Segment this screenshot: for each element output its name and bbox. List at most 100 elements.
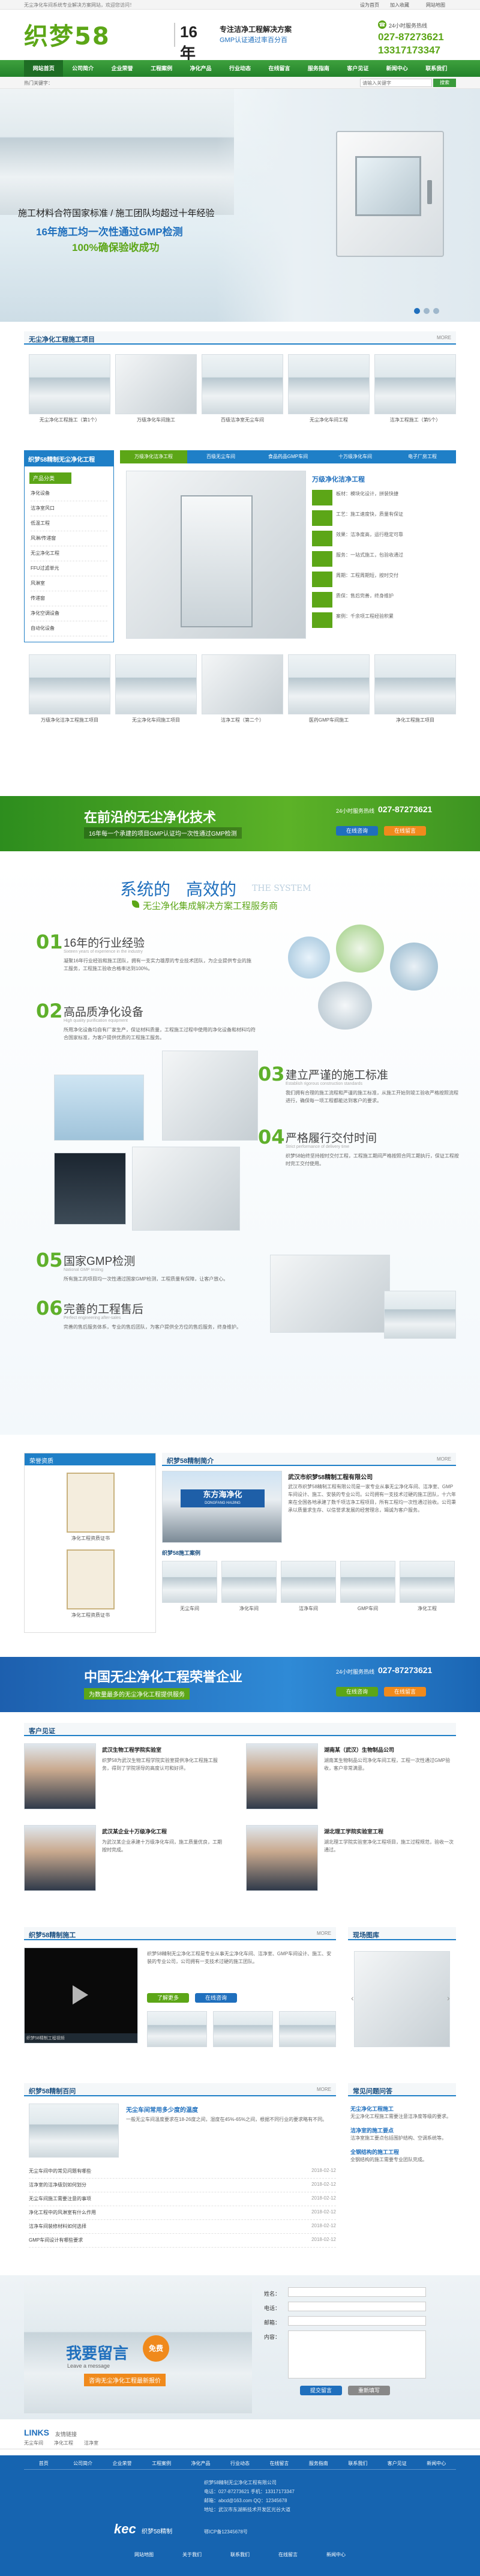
product-thumb-4[interactable]: [288, 654, 370, 714]
video-consult-button[interactable]: 在线咨询: [195, 1993, 237, 2003]
cat-item[interactable]: 净化空调设备: [31, 606, 107, 621]
blue-consult-button[interactable]: 在线咨询: [336, 1687, 378, 1697]
footer-nav-link[interactable]: 服务指南: [299, 2460, 338, 2469]
news-item-title[interactable]: 全钢结构的施工工程: [350, 2148, 456, 2156]
cat-item[interactable]: 无尘净化工程: [31, 546, 107, 561]
product-thumb-3[interactable]: [202, 654, 283, 714]
about-case-2[interactable]: [221, 1561, 277, 1603]
gallery-next-icon[interactable]: ›: [447, 1993, 450, 2003]
product-thumb-1[interactable]: [29, 654, 110, 714]
footer-nav-link[interactable]: 新闻中心: [417, 2460, 456, 2469]
cat-item[interactable]: 传递窗: [31, 591, 107, 606]
footer-nav-link[interactable]: 客户见证: [377, 2460, 416, 2469]
cat-item[interactable]: 风淋室: [31, 576, 107, 591]
product-tab-4[interactable]: 十万级净化车间: [322, 450, 389, 463]
reset-button[interactable]: 重新填写: [348, 2386, 390, 2395]
faq-item[interactable]: 净化工程中的风淋室有什么作用: [29, 2206, 336, 2220]
nav-service[interactable]: 服务指南: [299, 60, 338, 77]
product-thumb-2[interactable]: [115, 654, 197, 714]
video-thumb-3[interactable]: [279, 2011, 336, 2047]
cat-item[interactable]: FFU过滤单元: [31, 561, 107, 576]
footer-nav-link[interactable]: 公司简介: [63, 2460, 102, 2469]
nav-news[interactable]: 行业动态: [220, 60, 259, 77]
slider-dot-1[interactable]: [414, 308, 420, 314]
blue-message-button[interactable]: 在线留言: [384, 1687, 426, 1697]
nav-honor[interactable]: 企业荣誉: [103, 60, 142, 77]
about-case-1[interactable]: [162, 1561, 217, 1603]
green-message-button[interactable]: 在线留言: [384, 826, 426, 836]
friend-link[interactable]: 净化工程: [54, 2440, 73, 2446]
footer-nav-link[interactable]: 行业动态: [220, 2460, 259, 2469]
client-title-4[interactable]: 湖北理工学院实验室工程: [324, 1827, 383, 1835]
footer-bottom-link[interactable]: 新闻中心: [312, 2551, 360, 2561]
faq-item[interactable]: 无尘车间中的常见问题有哪些: [29, 2165, 336, 2179]
cat-item[interactable]: 自动化设备: [31, 621, 107, 636]
nav-cases[interactable]: 工程案例: [142, 60, 181, 77]
faq-item[interactable]: 洁净室的洁净级别如何划分: [29, 2179, 336, 2192]
product-thumb-caption[interactable]: 净化工程施工项目: [374, 717, 456, 723]
faq-top-title[interactable]: 无尘车间常用多少度的温度: [126, 2105, 198, 2114]
footer-bottom-link[interactable]: 关于我们: [168, 2551, 216, 2561]
nav-about[interactable]: 公司简介: [63, 60, 102, 77]
case-caption-5[interactable]: 洁净工程施工（第5个）: [374, 417, 456, 423]
product-main-photo[interactable]: [126, 471, 306, 639]
case-caption-4[interactable]: 无尘净化车间工程: [288, 417, 370, 423]
case-caption-1[interactable]: 无尘净化工程施工（第1个）: [29, 417, 110, 423]
product-tab-2[interactable]: 百级无尘车间: [187, 450, 254, 463]
product-thumb-caption[interactable]: 洁净工程（第二个）: [202, 717, 283, 723]
case-thumb-4[interactable]: [288, 354, 370, 414]
video-thumb-1[interactable]: [147, 2011, 207, 2047]
news-item-title[interactable]: 洁净室的施工要点: [350, 2126, 456, 2134]
cat-item[interactable]: 净化设备: [31, 486, 107, 501]
product-tab-3[interactable]: 食品药品GMP车间: [254, 450, 322, 463]
faq-item[interactable]: GMP车间设计有哪些要求: [29, 2234, 336, 2248]
nav-products[interactable]: 净化产品: [181, 60, 220, 77]
cert-image-2[interactable]: [67, 1549, 115, 1609]
product-thumb-caption[interactable]: 万级净化洁净工程施工项目: [29, 717, 110, 723]
footer-nav-link[interactable]: 工程案例: [142, 2460, 181, 2469]
faq-top-photo[interactable]: [29, 2104, 119, 2158]
faq-item[interactable]: 洁净车间装修材料如何选择: [29, 2220, 336, 2234]
nav-home[interactable]: 网站首页: [24, 60, 64, 77]
name-field[interactable]: [288, 2287, 426, 2297]
client-title-1[interactable]: 武汉生物工程学院实验室: [102, 1746, 161, 1754]
about-case-4[interactable]: [340, 1561, 395, 1603]
content-field[interactable]: [288, 2330, 426, 2378]
photo-gallery-image[interactable]: [354, 1951, 450, 2047]
slider-dot-3[interactable]: [433, 308, 439, 314]
product-thumb-5[interactable]: [374, 654, 456, 714]
about-case-5[interactable]: [400, 1561, 455, 1603]
case-thumb-5[interactable]: [374, 354, 456, 414]
client-title-2[interactable]: 湖南某（武汉）生物制品公司: [324, 1746, 394, 1754]
video-more[interactable]: MORE: [317, 1931, 331, 1936]
client-photo-4[interactable]: [246, 1825, 318, 1891]
cat-item[interactable]: 低温工程: [31, 516, 107, 531]
case-caption-3[interactable]: 百级洁净室无尘车间: [202, 417, 283, 423]
cases-more-link[interactable]: MORE: [437, 335, 451, 340]
nav-newscenter[interactable]: 新闻中心: [377, 60, 416, 77]
cert-image-1[interactable]: [67, 1473, 115, 1533]
top-link-fav[interactable]: 加入收藏: [390, 2, 409, 8]
email-field[interactable]: [288, 2316, 426, 2326]
footer-bottom-link[interactable]: 联系我们: [216, 2551, 264, 2561]
cat-item[interactable]: 风淋/传递窗: [31, 531, 107, 546]
footer-nav-link[interactable]: 联系我们: [338, 2460, 377, 2469]
product-tab-1[interactable]: 万级净化洁净工程: [120, 450, 187, 463]
footer-nav-link[interactable]: 在线留言: [260, 2460, 299, 2469]
product-thumb-caption[interactable]: 医药GMP车间施工: [288, 717, 370, 723]
client-photo-1[interactable]: [24, 1743, 96, 1809]
faq-more[interactable]: MORE: [317, 2087, 331, 2092]
green-consult-button[interactable]: 在线咨询: [336, 826, 378, 836]
video-player[interactable]: 织梦58精制工程视频: [24, 1947, 138, 2044]
phone-field[interactable]: [288, 2302, 426, 2311]
search-input[interactable]: [360, 79, 432, 87]
case-thumb-2[interactable]: [115, 354, 197, 414]
site-logo[interactable]: 织梦58: [24, 17, 126, 50]
friend-link[interactable]: 无尘车间: [24, 2440, 43, 2446]
nav-clients[interactable]: 客户见证: [338, 60, 377, 77]
product-thumb-caption[interactable]: 无尘净化车间施工项目: [115, 717, 197, 723]
case-thumb-1[interactable]: [29, 354, 110, 414]
nav-contact[interactable]: 联系我们: [417, 60, 456, 77]
case-caption-2[interactable]: 万级净化车间施工: [115, 417, 197, 423]
top-link-map[interactable]: 网站地图: [426, 2, 445, 8]
